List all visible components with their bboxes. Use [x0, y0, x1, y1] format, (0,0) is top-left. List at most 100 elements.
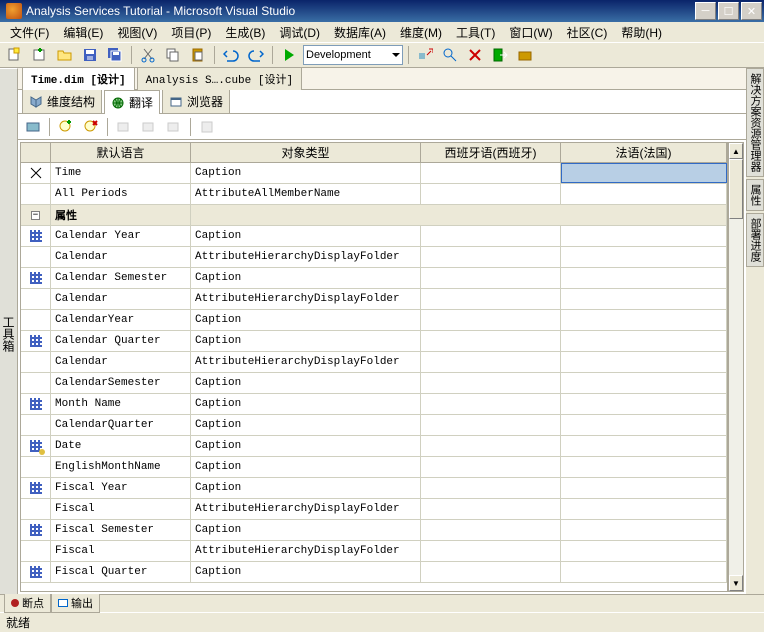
row-name[interactable]: Calendar Quarter	[51, 331, 191, 351]
row-name[interactable]: Month Name	[51, 394, 191, 414]
menu-database[interactable]: 数据库(A)	[328, 23, 392, 42]
table-row[interactable]: CalendarSemesterCaption	[21, 373, 727, 394]
row-spanish[interactable]	[421, 520, 561, 540]
save-button[interactable]	[79, 44, 101, 66]
row-type[interactable]: Caption	[191, 394, 421, 414]
row-name[interactable]: Fiscal	[51, 499, 191, 519]
row-type[interactable]: Caption	[191, 415, 421, 435]
row-spanish[interactable]	[421, 394, 561, 414]
row-name[interactable]: Fiscal Year	[51, 478, 191, 498]
row-name[interactable]: Date	[51, 436, 191, 456]
table-row[interactable]: Calendar YearCaption	[21, 226, 727, 247]
scroll-down-button[interactable]: ▼	[729, 575, 743, 591]
breakpoints-tab[interactable]: 断点	[4, 594, 51, 613]
table-row[interactable]: Fiscal QuarterCaption	[21, 562, 727, 583]
row-spanish[interactable]	[421, 289, 561, 309]
paste-button[interactable]	[187, 44, 209, 66]
undo-button[interactable]	[220, 44, 242, 66]
row-french[interactable]	[561, 247, 727, 267]
row-type[interactable]: AttributeAllMemberName	[191, 184, 421, 204]
table-row[interactable]: Fiscal YearCaption	[21, 478, 727, 499]
header-icon-col[interactable]	[21, 143, 51, 162]
toolbox-tab[interactable]: 工具箱	[0, 68, 18, 594]
table-row[interactable]: CalendarAttributeHierarchyDisplayFolder	[21, 247, 727, 268]
row-name[interactable]: Fiscal Quarter	[51, 562, 191, 582]
row-french[interactable]	[561, 436, 727, 456]
row-type[interactable]: AttributeHierarchyDisplayFolder	[191, 247, 421, 267]
scroll-up-button[interactable]: ▲	[729, 143, 743, 159]
menu-view[interactable]: 视图(V)	[111, 23, 163, 42]
row-french[interactable]	[561, 352, 727, 372]
close-button[interactable]: ✕	[741, 2, 762, 20]
copy-button[interactable]	[162, 44, 184, 66]
delete-translation-button[interactable]	[80, 116, 102, 138]
tab-dimension-structure[interactable]: 维度结构	[22, 89, 102, 113]
row-name[interactable]: EnglishMonthName	[51, 457, 191, 477]
row-spanish[interactable]	[421, 499, 561, 519]
row-type[interactable]: AttributeHierarchyDisplayFolder	[191, 289, 421, 309]
row-french[interactable]	[561, 520, 727, 540]
row-type[interactable]: Caption	[191, 457, 421, 477]
row-name[interactable]: Calendar Semester	[51, 268, 191, 288]
delete-caption-button[interactable]	[163, 116, 185, 138]
new-translation-button[interactable]	[55, 116, 77, 138]
menu-project[interactable]: 项目(P)	[165, 23, 217, 42]
row-spanish[interactable]	[421, 373, 561, 393]
row-type[interactable]: Caption	[191, 436, 421, 456]
row-type[interactable]: Caption	[191, 226, 421, 246]
deploy-progress-tab[interactable]: 部署进度	[746, 213, 764, 267]
row-name[interactable]: Time	[51, 163, 191, 183]
menu-community[interactable]: 社区(C)	[561, 23, 614, 42]
table-row[interactable]: EnglishMonthNameCaption	[21, 457, 727, 478]
table-row[interactable]: FiscalAttributeHierarchyDisplayFolder	[21, 541, 727, 562]
row-french[interactable]	[561, 499, 727, 519]
tab-time-dim[interactable]: Time.dim [设计]	[22, 67, 135, 90]
header-french[interactable]: 法语(法国)	[561, 143, 727, 162]
row-spanish[interactable]	[421, 562, 561, 582]
row-spanish[interactable]	[421, 247, 561, 267]
row-spanish[interactable]	[421, 331, 561, 351]
menu-window[interactable]: 窗口(W)	[503, 23, 558, 42]
row-spanish[interactable]	[421, 457, 561, 477]
row-french[interactable]	[561, 289, 727, 309]
row-name[interactable]: Calendar Year	[51, 226, 191, 246]
row-name[interactable]: Calendar	[51, 247, 191, 267]
table-row[interactable]: Month NameCaption	[21, 394, 727, 415]
table-row[interactable]: CalendarQuarterCaption	[21, 415, 727, 436]
row-french[interactable]	[561, 373, 727, 393]
row-spanish[interactable]	[421, 268, 561, 288]
menu-edit[interactable]: 编辑(E)	[57, 23, 109, 42]
properties-tab[interactable]: 属性	[746, 179, 764, 211]
tab-cube[interactable]: Analysis S….cube [设计]	[137, 67, 302, 90]
row-spanish[interactable]	[421, 163, 561, 183]
row-spanish[interactable]	[421, 478, 561, 498]
row-type[interactable]: Caption	[191, 268, 421, 288]
minimize-button[interactable]: ─	[695, 2, 716, 20]
row-type[interactable]: AttributeHierarchyDisplayFolder	[191, 499, 421, 519]
open-button[interactable]	[54, 44, 76, 66]
table-row[interactable]: CalendarAttributeHierarchyDisplayFolder	[21, 289, 727, 310]
start-button[interactable]	[278, 44, 300, 66]
row-type[interactable]: Caption	[191, 562, 421, 582]
row-french[interactable]	[561, 268, 727, 288]
row-french[interactable]	[561, 310, 727, 330]
row-type[interactable]: Caption	[191, 373, 421, 393]
row-type[interactable]: AttributeHierarchyDisplayFolder	[191, 352, 421, 372]
show-all-button[interactable]	[196, 116, 218, 138]
row-spanish[interactable]	[421, 541, 561, 561]
vertical-scrollbar[interactable]: ▲ ▼	[728, 142, 744, 592]
table-row[interactable]: CalendarAttributeHierarchyDisplayFolder	[21, 352, 727, 373]
deploy-button[interactable]	[414, 44, 436, 66]
scroll-thumb[interactable]	[729, 159, 743, 219]
row-spanish[interactable]	[421, 436, 561, 456]
solution-explorer-tab[interactable]: 解决方案资源管理器	[746, 68, 764, 177]
row-type[interactable]: Caption	[191, 331, 421, 351]
row-type[interactable]: Caption	[191, 163, 421, 183]
header-object-type[interactable]: 对象类型	[191, 143, 421, 162]
row-name[interactable]: 属性	[51, 205, 191, 225]
tab-browser[interactable]: 浏览器	[162, 89, 230, 113]
row-french[interactable]	[561, 562, 727, 582]
table-row[interactable]: Calendar QuarterCaption	[21, 331, 727, 352]
row-name[interactable]: Fiscal	[51, 541, 191, 561]
new-caption-button[interactable]	[113, 116, 135, 138]
